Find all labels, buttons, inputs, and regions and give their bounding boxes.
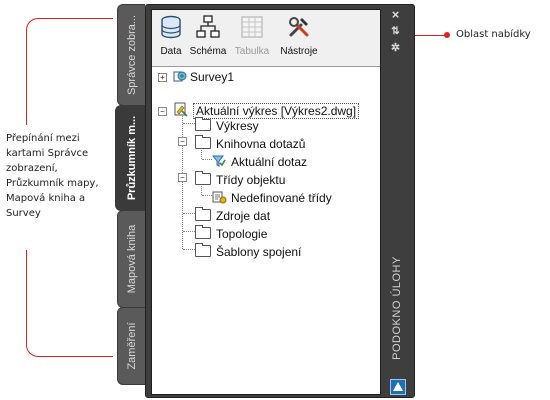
folder-icon [195,135,211,149]
drawings-label: Výkresy [216,119,259,133]
current-query-label: Aktuální dotaz [231,155,308,169]
auto-hide-icon[interactable]: ⇅ [389,25,402,38]
tree-node-link-templates[interactable]: Šablony spojení [195,243,301,261]
ribbon-callout-text: Oblast nabídky [456,29,531,40]
drawing-icon [174,102,188,117]
tree-node-query-library[interactable]: Knihovna dotazů [195,135,305,153]
topology-label: Topologie [216,227,268,241]
callout-bracket-top [26,18,113,125]
query-filter-icon [211,155,226,167]
schema-button[interactable]: Schéma [188,14,228,57]
database-icon [161,15,181,39]
table-button-label: Tabulka [234,46,270,57]
folder-icon [195,171,211,185]
tabs-callout-text: Přepínání mezi kartami Správce zobrazení… [6,133,99,219]
properties-icon[interactable]: ✲ [389,42,402,55]
object-classes-label: Třídy objektu [216,173,286,187]
tree-connector [202,195,212,196]
palette-titlebar: × ⇅ ✲ PODOKNO ÚLOHY [379,5,414,397]
tree-node-current-query[interactable]: Aktuální dotaz [211,153,308,171]
tree-node-object-classes[interactable]: Třídy objektu [195,171,285,189]
collapse-toggle[interactable]: − [178,173,187,182]
ribbon: Data Schéma Tabulka Nástroje [152,10,380,67]
schema-icon [196,15,220,38]
tab-label: Správce zobra... [125,14,138,96]
survey-icon [173,71,187,82]
folder-icon [195,243,211,257]
data-button-label: Data [160,46,182,57]
collapse-toggle[interactable]: − [178,137,187,146]
palette-tabs: Správce zobra... Průzkumník m... Mapová … [115,4,147,398]
tree-connector [183,249,195,250]
tree-node-drawings[interactable]: Výkresy [195,117,259,135]
tree-connector [183,231,195,232]
survey-label: Survey1 [190,70,235,84]
expand-toggle[interactable]: + [158,73,167,82]
link-templates-label: Šablony spojení [216,245,302,259]
tree-node-data-sources[interactable]: Zdroje dat [195,207,270,225]
tools-button[interactable]: Nástroje [276,14,322,57]
ribbon-callout-dot [444,32,450,38]
tree-connector [183,123,195,124]
table-icon [241,16,263,38]
autodesk-logo-icon[interactable] [390,379,406,395]
tab-survey[interactable]: Zaměření [117,307,145,385]
tree-node-topology[interactable]: Topologie [195,225,267,243]
task-pane-title: PODOKNO ÚLOHY [379,243,414,373]
task-pane-palette: Správce zobra... Průzkumník m... Mapová … [115,4,415,398]
data-sources-label: Zdroje dat [216,209,271,223]
collapse-toggle[interactable]: − [158,107,167,116]
tab-label: Mapová kniha [125,224,138,294]
close-icon[interactable]: × [389,8,402,21]
table-button[interactable]: Tabulka [232,14,272,57]
tab-map-book[interactable]: Mapová kniha [117,210,145,308]
palette-frame: Data Schéma Tabulka Nástroje + Survey1 −… [145,4,415,398]
data-button[interactable]: Data [156,14,186,57]
query-library-label: Knihovna dotazů [216,137,306,151]
schema-button-label: Schéma [189,46,227,57]
tab-display-manager[interactable]: Správce zobra... [117,4,145,106]
tree-connector [202,159,212,160]
task-pane-label: PODOKNO ÚLOHY [390,256,403,360]
logo-triangle-icon [393,382,403,391]
tools-button-label: Nástroje [280,46,318,57]
palette-content: Data Schéma Tabulka Nástroje + Survey1 −… [151,9,381,395]
undefined-classes-label: Nedefinované třídy [231,191,332,205]
tab-label: Zaměření [125,322,138,370]
object-class-icon [212,191,227,204]
tree-node-undefined-classes[interactable]: Nedefinované třídy [212,189,332,207]
tree-connector [183,213,195,214]
callout-bracket-bottom [26,250,113,357]
tree-node-survey[interactable]: Survey1 [173,68,234,86]
folder-icon [195,117,211,131]
map-explorer-tree: + Survey1 − Aktuální výkres [Výkres2.dwg… [152,67,380,393]
tab-label: Průzkumník m... [125,115,138,201]
folder-icon [195,225,211,239]
tab-map-explorer[interactable]: Průzkumník m... [115,105,147,211]
tools-icon [289,17,309,37]
folder-icon [195,207,211,221]
